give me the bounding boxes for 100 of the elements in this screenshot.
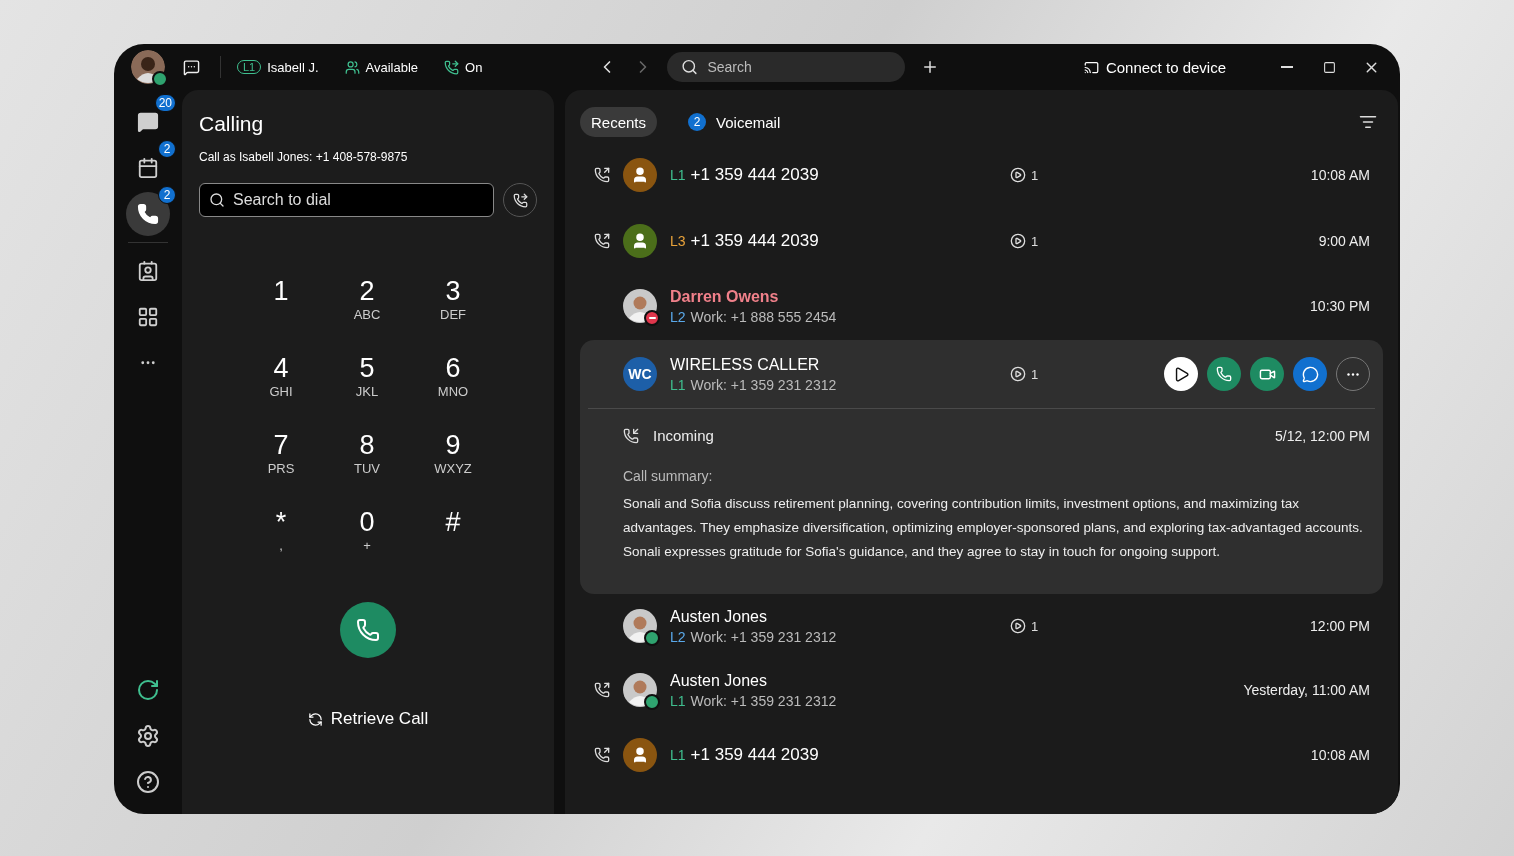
call-row[interactable]: Darren Owens L2 Work: +1 888 555 2454 10:30 PM <box>580 274 1383 338</box>
message-button[interactable] <box>1293 357 1327 391</box>
count-badge: 2 <box>158 140 176 158</box>
keypad-key[interactable]: 9 WXYZ <box>418 429 488 489</box>
caller-name: WIRELESS CALLER <box>670 355 821 374</box>
people-icon <box>344 59 360 75</box>
connect-button[interactable]: Connect to device <box>1077 57 1232 77</box>
panel-title: Calling <box>199 112 265 136</box>
call-row[interactable]: Austen Jones L1 Work: +1 359 231 2312 Yesterday, 11:00 AM <box>580 658 1383 722</box>
call-time: 10:08 AM <box>1310 747 1370 763</box>
tab[interactable]: 2 Voicemail <box>677 107 792 137</box>
person-icon <box>631 232 649 250</box>
voicemail-count[interactable]: 1 <box>1010 618 1039 634</box>
keypad-key[interactable]: 8 TUV <box>332 429 402 489</box>
voicemail-count[interactable]: 1 <box>1010 366 1039 382</box>
summary-label: Call summary: <box>623 468 714 484</box>
phone-icon <box>1216 366 1232 382</box>
keypad-key[interactable]: 5 JKL <box>332 352 402 412</box>
chat-icon[interactable] <box>183 58 200 76</box>
caller-number: +1 359 444 2039 <box>690 231 819 251</box>
keypad-key[interactable]: 6 MNO <box>418 352 488 412</box>
more-icon <box>141 361 155 365</box>
incoming-call-icon <box>623 427 639 444</box>
call-date: 5/12, 12:00 PM <box>1275 427 1370 444</box>
retrieve-call-button[interactable]: Retrieve Call <box>301 708 435 730</box>
call-time: 10:08 AM <box>1310 167 1370 183</box>
line-label: L2 <box>670 308 686 325</box>
call-row[interactable]: L1 +1 359 444 2039 10:08 AM <box>580 722 1383 788</box>
nav-rail-button[interactable] <box>126 192 170 236</box>
filter-icon <box>1359 113 1377 131</box>
play-icon <box>1010 233 1026 249</box>
minimize-icon <box>1281 66 1293 68</box>
keypad-key[interactable]: 4 GHI <box>246 352 316 412</box>
call-summary: Sonali and Sofia discuss retirement planning, covering contribution limits, investment options, and maximizing tax advantages. They emphasize diversification, optimizing employer-sponsored plans, and exploring tax-advantaged accounts. Sonali expresses gratitude for Sofia's guidance, and they agree to stay in touch for ongoing support. <box>623 495 1364 561</box>
help-icon <box>136 770 160 794</box>
phone-icon <box>137 203 159 225</box>
line-label: L1 <box>670 692 686 709</box>
line-label: L3 <box>670 233 686 249</box>
caller-name: Austen Jones <box>670 671 768 690</box>
settings-icon <box>136 724 160 748</box>
call-time: 9:00 AM <box>1318 233 1370 249</box>
cast-icon <box>1083 59 1099 75</box>
caller-number: +1 359 444 2039 <box>690 165 819 185</box>
search-field[interactable]: Search <box>667 52 906 82</box>
count-badge: 2 <box>158 186 176 204</box>
grid-icon <box>137 306 159 328</box>
count-badge: 20 <box>154 94 176 112</box>
caller-detail: Work: +1 359 231 2312 <box>690 692 837 709</box>
keypad-key[interactable]: 2 ABC <box>332 275 402 335</box>
dial-search-field[interactable]: Search to dial <box>199 183 494 217</box>
caller-name: Austen Jones <box>670 607 768 626</box>
caller-detail: Work: +1 359 231 2312 <box>690 376 837 393</box>
caller-detail: Work: +1 359 231 2312 <box>690 628 837 645</box>
status-item[interactable]: L1 Isabell J. <box>237 59 319 75</box>
phone-forward-icon <box>444 59 460 75</box>
caller-number: +1 359 444 2039 <box>690 745 819 765</box>
presence-dot <box>152 71 168 87</box>
expanded-call-card[interactable] <box>580 340 1383 594</box>
keypad-key[interactable]: * , <box>246 506 316 566</box>
chat-icon <box>137 111 159 133</box>
play-button[interactable] <box>1164 357 1198 391</box>
play-icon <box>1010 167 1026 183</box>
line-label: L1 <box>670 167 686 183</box>
contact-card-icon <box>137 260 159 282</box>
keypad-key[interactable]: 7 PRS <box>246 429 316 489</box>
caller-id-text: Call as Isabell Jones: +1 408-578-9875 <box>199 150 409 164</box>
refresh-icon <box>136 678 160 702</box>
call-time: Yesterday, 11:00 AM <box>1243 682 1370 698</box>
call-button[interactable] <box>1207 357 1241 391</box>
status-item[interactable]: On <box>444 59 483 75</box>
voicemail-count[interactable]: 1 <box>1010 233 1039 249</box>
keypad-key[interactable]: 1 <box>246 275 316 335</box>
keypad-key[interactable]: 3 DEF <box>418 275 488 335</box>
search-icon <box>681 58 699 76</box>
line-label: L1 <box>670 747 686 763</box>
phone-icon <box>356 618 380 642</box>
caller-detail: Work: +1 888 555 2454 <box>690 308 837 325</box>
video-call-button[interactable] <box>1250 357 1284 391</box>
call-row[interactable]: L1 +1 359 444 2039 1 10:08 AM <box>580 142 1383 208</box>
caller-name: Darren Owens <box>670 287 780 306</box>
call-button[interactable] <box>340 602 396 658</box>
play-icon <box>1010 618 1026 634</box>
call-row[interactable]: L3 +1 359 444 2039 1 9:00 AM <box>580 208 1383 274</box>
status-item[interactable]: Available <box>344 59 419 75</box>
call-row[interactable]: Austen Jones L2 Work: +1 359 231 2312 1 12:00 PM <box>580 594 1383 658</box>
voicemail-count[interactable]: 1 <box>1010 167 1039 183</box>
line-label: L1 <box>670 376 686 393</box>
phone-arrow-icon <box>512 192 528 208</box>
maximize-icon <box>1322 60 1336 74</box>
count-badge: 2 <box>688 113 707 131</box>
call-time: 10:30 PM <box>1310 298 1370 314</box>
avatar: WC <box>623 357 657 391</box>
person-icon <box>631 746 649 764</box>
keypad-key[interactable]: # <box>418 506 488 566</box>
call-direction: Incoming <box>653 427 714 444</box>
chat-bubble-icon <box>1301 365 1319 383</box>
call-time: 12:00 PM <box>1310 618 1370 634</box>
keypad-key[interactable]: 0 + <box>332 506 402 566</box>
tab[interactable]: Recents <box>580 107 658 137</box>
calendar-icon <box>137 157 159 179</box>
